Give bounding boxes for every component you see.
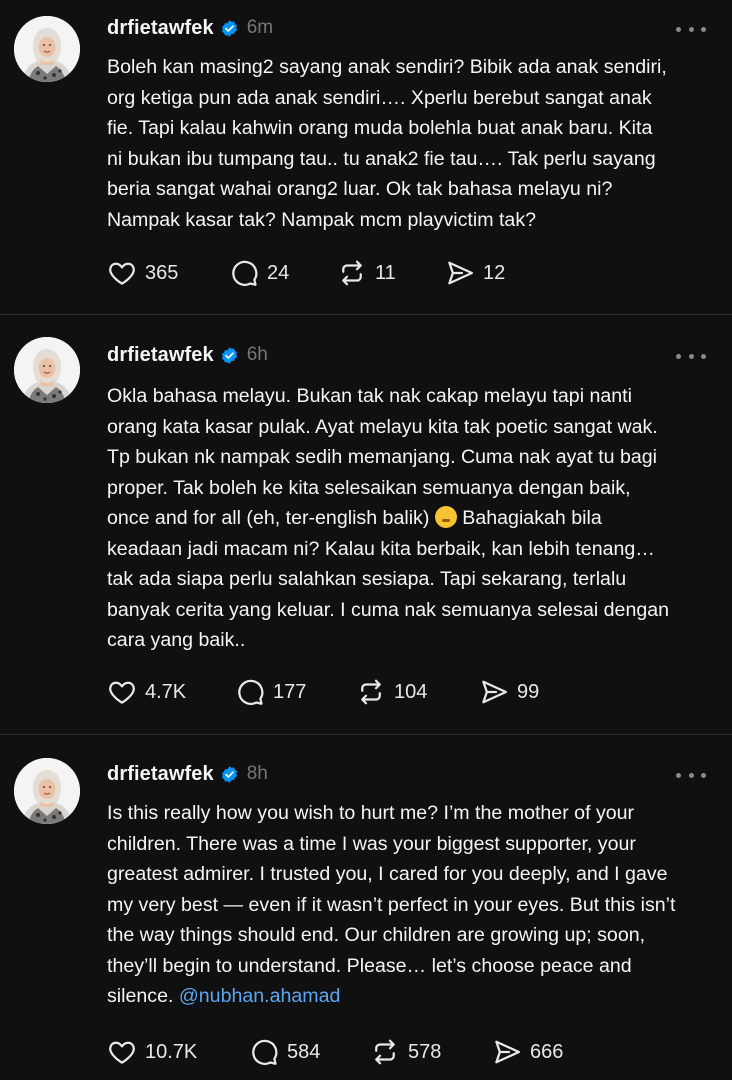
thread-post: drfietawfek 6h Okla bahasa melayu. Bukan… bbox=[0, 314, 732, 735]
timestamp: 6m bbox=[246, 17, 274, 38]
send-icon bbox=[445, 258, 475, 288]
post-text-line: they’ll begin to understand. Please… let… bbox=[107, 954, 632, 977]
repost-count: 104 bbox=[394, 680, 428, 703]
post-text-segment: silence. bbox=[107, 985, 174, 1007]
share-count: 666 bbox=[530, 1040, 564, 1063]
post-text: Okla bahasa melayu. Bukan tak nak cakap … bbox=[107, 381, 712, 656]
share-button[interactable]: 666 bbox=[492, 1035, 563, 1069]
reply-count: 177 bbox=[273, 680, 307, 703]
speech-bubble-icon bbox=[249, 1037, 279, 1067]
share-count: 12 bbox=[483, 261, 506, 284]
post-header: drfietawfek 8h bbox=[107, 759, 268, 789]
verified-badge-icon bbox=[220, 346, 239, 365]
post-text-segment: Bahagiakah bila bbox=[456, 507, 602, 529]
heart-icon bbox=[107, 677, 137, 707]
mention-link[interactable]: @nubhan.ahamad bbox=[179, 985, 341, 1007]
reply-count: 24 bbox=[267, 261, 290, 284]
heart-icon bbox=[107, 258, 137, 288]
post-text-line: fie. Tapi kalau kahwin orang muda bolehl… bbox=[107, 117, 653, 139]
post-text-line: Okla bahasa melayu. Bukan tak nak cakap … bbox=[107, 385, 632, 407]
repost-arrows-icon bbox=[356, 677, 386, 707]
post-text-line: Is this really how you wish to hurt me? … bbox=[107, 802, 635, 824]
post-text-line: beria sangat wahai orang2 luar. Ok tak b… bbox=[107, 178, 613, 200]
timestamp: 8h bbox=[246, 763, 268, 784]
post-text-line: Tp bukan nk nampak sedih memanjang. Cuma… bbox=[107, 446, 658, 468]
post-text-line: once and for all (eh, ter-english balik)… bbox=[107, 503, 712, 534]
like-button[interactable]: 365 bbox=[107, 256, 178, 290]
like-button[interactable]: 4.7K bbox=[107, 675, 186, 709]
post-text: Boleh kan masing2 sayang anak sendiri? B… bbox=[107, 52, 712, 235]
repost-arrows-icon bbox=[337, 258, 367, 288]
avatar[interactable] bbox=[14, 758, 80, 824]
more-options-icon[interactable] bbox=[676, 346, 706, 366]
reply-button[interactable]: 24 bbox=[229, 256, 289, 290]
more-options-icon[interactable] bbox=[676, 19, 706, 39]
speech-bubble-icon bbox=[229, 258, 259, 288]
share-count: 99 bbox=[517, 680, 540, 703]
post-text-line: silence. @nubhan.ahamad bbox=[107, 981, 712, 1012]
username[interactable]: drfietawfek bbox=[107, 17, 214, 40]
reply-button[interactable]: 177 bbox=[235, 675, 306, 709]
repost-button[interactable]: 104 bbox=[356, 675, 427, 709]
like-button[interactable]: 10.7K bbox=[107, 1035, 197, 1069]
repost-button[interactable]: 11 bbox=[337, 256, 396, 290]
like-count: 10.7K bbox=[145, 1040, 198, 1063]
post-text-line: children. There was a time I was your bi… bbox=[107, 832, 636, 855]
post-text-line: proper. Tak boleh ke kita selesaikan sem… bbox=[107, 476, 631, 499]
repost-count: 11 bbox=[375, 261, 396, 284]
reply-button[interactable]: 584 bbox=[249, 1035, 320, 1069]
thread-post: drfietawfek 8h Is this really how you wi… bbox=[0, 734, 732, 1080]
share-button[interactable]: 99 bbox=[479, 675, 539, 709]
send-icon bbox=[492, 1037, 522, 1067]
post-text-line: greatest admirer. I trusted you, I cared… bbox=[107, 863, 668, 885]
like-count: 365 bbox=[145, 261, 179, 284]
post-header: drfietawfek 6h bbox=[107, 340, 268, 370]
post-text-segment: once and for all (eh, ter-english balik) bbox=[107, 507, 430, 529]
username[interactable]: drfietawfek bbox=[107, 763, 214, 786]
post-text-line: cara yang baik.. bbox=[107, 629, 246, 651]
thread-post: drfietawfek 6m Boleh kan masing2 sayang … bbox=[0, 0, 732, 315]
post-text-line: Nampak kasar tak? Nampak mcm playvictim … bbox=[107, 208, 537, 231]
share-button[interactable]: 12 bbox=[445, 256, 505, 290]
post-text-line: Boleh kan masing2 sayang anak sendiri? B… bbox=[107, 56, 667, 78]
post-text-line: keadaan jadi macam ni? Kalau kita berbai… bbox=[107, 537, 655, 560]
avatar[interactable] bbox=[14, 16, 80, 82]
like-count: 4.7K bbox=[145, 680, 187, 703]
username[interactable]: drfietawfek bbox=[107, 344, 214, 367]
post-text-line: ni bukan ibu tumpang tau.. tu anak2 fie … bbox=[107, 147, 656, 170]
timestamp: 6h bbox=[246, 344, 268, 365]
post-text-line: the way things should end. Our children … bbox=[107, 924, 646, 946]
verified-badge-icon bbox=[220, 765, 239, 784]
repost-button[interactable]: 578 bbox=[370, 1035, 441, 1069]
heart-icon bbox=[107, 1037, 137, 1067]
post-text-line: tak ada siapa perlu salahkan sesiapa. Ta… bbox=[107, 568, 627, 590]
post-text: Is this really how you wish to hurt me? … bbox=[107, 798, 712, 1012]
speech-bubble-icon bbox=[235, 677, 265, 707]
send-icon bbox=[479, 677, 509, 707]
repost-arrows-icon bbox=[370, 1037, 400, 1067]
post-text-line: my very best — even if it wasn’t perfect… bbox=[107, 893, 676, 916]
repost-count: 578 bbox=[408, 1040, 442, 1063]
post-header: drfietawfek 6m bbox=[107, 13, 273, 43]
reply-count: 584 bbox=[287, 1040, 321, 1063]
more-options-icon[interactable] bbox=[676, 765, 706, 785]
shushing-face-emoji-icon bbox=[434, 506, 457, 528]
post-text-line: banyak cerita yang keluar. I cuma nak se… bbox=[107, 598, 670, 621]
post-text-line: orang kata kasar pulak. Ayat melayu kita… bbox=[107, 415, 658, 438]
post-text-line: org ketiga pun ada anak sendiri…. Xperlu… bbox=[107, 86, 652, 109]
verified-badge-icon bbox=[220, 19, 239, 38]
avatar[interactable] bbox=[14, 337, 80, 403]
